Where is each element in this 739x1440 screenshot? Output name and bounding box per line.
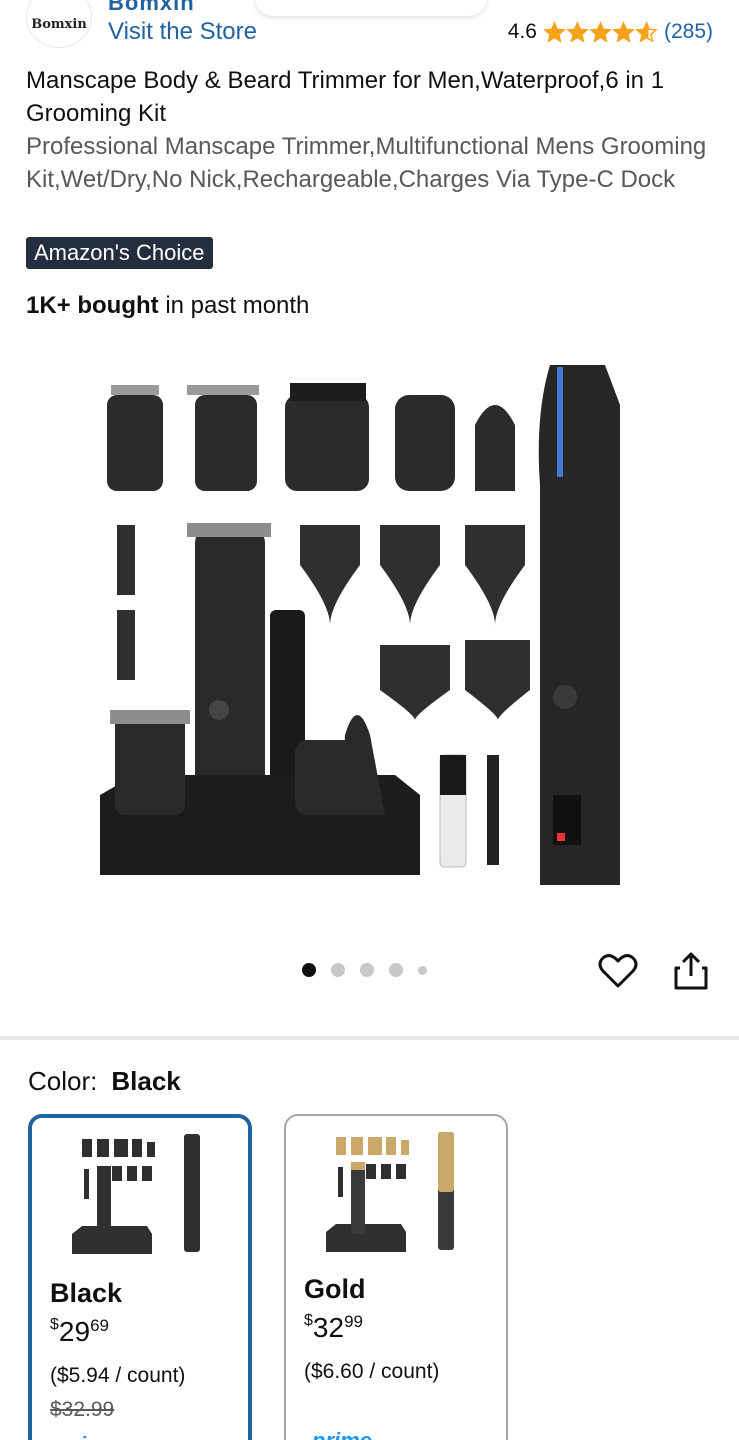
price-cents: 69	[90, 1316, 109, 1335]
price-currency: $	[50, 1316, 59, 1333]
pagination-dot[interactable]	[389, 963, 403, 977]
prime-logo: prime	[312, 1428, 372, 1440]
star-icon	[635, 20, 658, 43]
store-logo[interactable]: Bomxin	[26, 0, 92, 48]
store-logo-text: Bomxin	[31, 16, 87, 32]
pagination-dot[interactable]	[331, 963, 345, 977]
star-icon	[566, 20, 589, 43]
rating-count[interactable]: (285)	[664, 20, 713, 44]
search-pill[interactable]	[255, 0, 487, 16]
amazons-choice-badge: Amazon's Choice	[26, 237, 213, 269]
pagination-dot[interactable]	[360, 963, 374, 977]
price-whole: 32	[312, 1312, 345, 1343]
pagination-dot[interactable]	[418, 965, 427, 975]
trimmer-kit-image[interactable]	[95, 355, 640, 895]
star-icon	[543, 20, 566, 43]
color-selected-value: Black	[111, 1066, 181, 1096]
bought-count: 1K+ bought in past month	[26, 292, 309, 320]
price-whole: 29	[58, 1316, 91, 1347]
rating-score: 4.6	[507, 20, 537, 43]
product-title: Manscape Body & Beard Trimmer for Men,Wa…	[26, 67, 665, 127]
star-icon	[589, 20, 612, 43]
option-name: Gold	[304, 1274, 366, 1304]
visit-store-link[interactable]: Visit the Store	[108, 18, 257, 46]
star-icon	[612, 20, 635, 43]
black-variant-thumbnail	[72, 1134, 200, 1254]
store-header: Bomxin Bomxin Visit the Store 4.6 (285)	[0, 0, 739, 60]
option-name: Black	[50, 1278, 123, 1308]
option-price: $2969	[50, 1316, 109, 1348]
image-pagination[interactable]	[302, 963, 442, 977]
color-option-gold[interactable]: Gold $3299 ($6.60 / count) prime	[284, 1114, 508, 1440]
heart-icon[interactable]	[597, 950, 639, 992]
price-per-count: ($5.94 / count)	[50, 1364, 186, 1387]
pagination-dot[interactable]	[302, 963, 316, 977]
price-cents: 99	[344, 1312, 363, 1331]
color-option-black[interactable]: Black $2969 ($5.94 / count) $32.99 prime	[28, 1114, 252, 1440]
color-label-text: Color:	[28, 1066, 98, 1096]
bought-count-bold: 1K+ bought	[26, 292, 159, 319]
rating-stars	[543, 20, 658, 44]
color-label: Color: Black	[28, 1066, 181, 1097]
gold-variant-thumbnail	[326, 1132, 454, 1252]
price-currency: $	[304, 1312, 313, 1329]
store-name[interactable]: Bomxin	[108, 0, 195, 16]
prime-logo: prime	[58, 1432, 118, 1440]
price-per-count: ($6.60 / count)	[304, 1360, 440, 1383]
product-subtitle: Professional Manscape Trimmer,Multifunct…	[26, 133, 707, 193]
list-price: $32.99	[50, 1398, 115, 1421]
bought-count-rest: in past month	[158, 292, 310, 319]
rating-summary[interactable]: 4.6 (285)	[508, 20, 713, 44]
option-price: $3299	[304, 1312, 363, 1344]
section-divider	[0, 1036, 739, 1040]
share-icon[interactable]	[672, 950, 710, 992]
